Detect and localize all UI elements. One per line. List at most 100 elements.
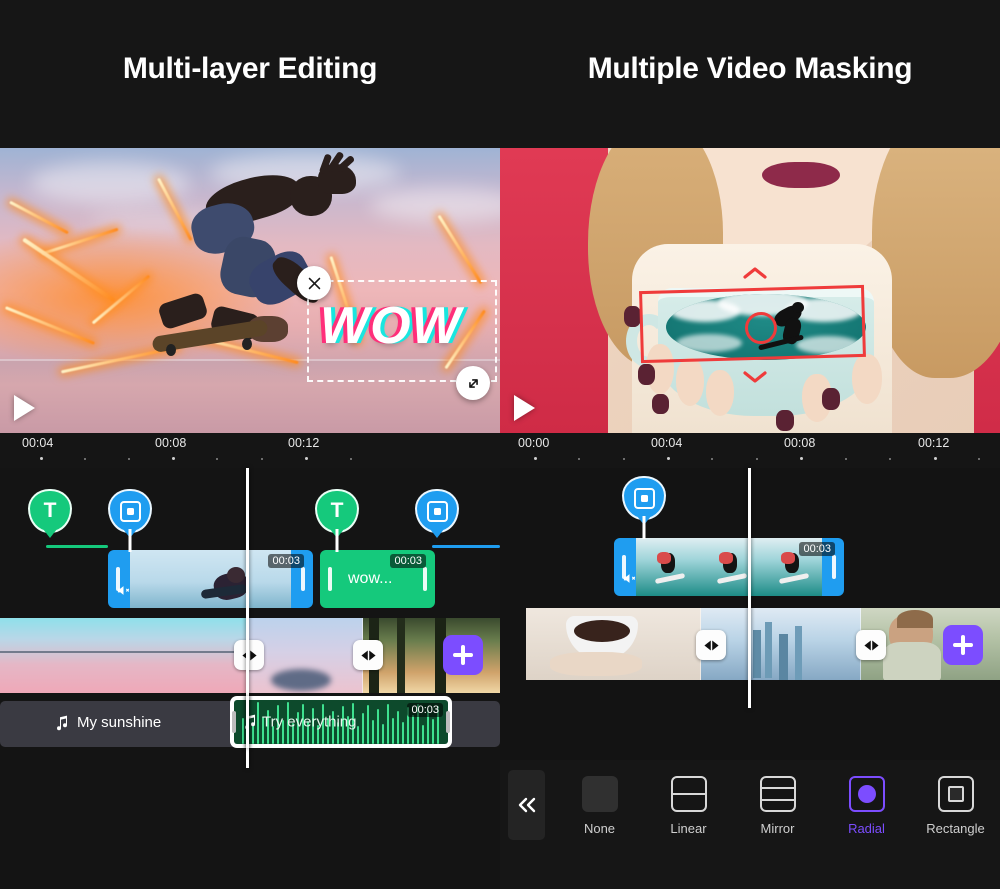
left-play-button[interactable] [14, 395, 35, 421]
clip-label: wow... [348, 570, 392, 588]
right-timeline-ruler[interactable]: 00:00 00:04 00:08 00:12 [500, 433, 1000, 468]
wow-text-overlay[interactable]: WOW [320, 296, 462, 356]
left-panel: WOW 00:04 00:08 00:12 [0, 148, 500, 889]
mask-none-icon [582, 776, 618, 812]
mask-radial-icon [849, 776, 885, 812]
resize-icon[interactable] [456, 366, 490, 400]
mask-mirror-icon [760, 776, 796, 812]
clip-trim-handle-right[interactable] [832, 555, 836, 579]
ruler-tick [845, 458, 847, 460]
playhead-audio[interactable] [246, 696, 249, 748]
pin-pip-track-2[interactable] [415, 489, 459, 539]
transition-icon[interactable] [234, 640, 264, 670]
app-root: Multi-layer Editing Multiple Video Maski… [0, 0, 1000, 889]
finger [676, 358, 704, 406]
ruler-tick [800, 457, 803, 460]
playhead[interactable] [748, 468, 751, 708]
clip-trim-handle-right[interactable] [301, 567, 305, 591]
ruler-tick [40, 457, 43, 460]
pin-text-track-2[interactable]: T [315, 489, 359, 539]
video-segment[interactable] [526, 608, 701, 680]
ruler-label: 00:04 [22, 436, 53, 450]
left-video-preview[interactable]: WOW [0, 148, 500, 433]
nail [652, 394, 669, 414]
audio-trim-handle-right[interactable] [446, 711, 450, 733]
mask-rectangle-icon [938, 776, 974, 812]
mask-linear-icon [671, 776, 707, 812]
ruler-tick [305, 457, 308, 460]
text-icon: T [315, 489, 359, 533]
right-panel: 00:00 00:04 00:08 00:12 [500, 148, 1000, 889]
video-segment[interactable] [247, 618, 363, 693]
ruler-tick [172, 457, 175, 460]
chevron-down-icon[interactable] [742, 370, 768, 384]
mute-icon[interactable] [622, 571, 637, 591]
ruler-tick [128, 458, 130, 460]
ruler-tick [667, 457, 670, 460]
pip-icon [415, 489, 459, 533]
chevron-up-icon[interactable] [742, 266, 768, 280]
mask-feather-handle[interactable] [745, 312, 777, 344]
clip-thumbnails [636, 538, 822, 596]
heading-multilayer-editing: Multi-layer Editing [0, 52, 500, 86]
clip-trim-handle-left[interactable] [328, 567, 332, 591]
pin-stem [336, 529, 339, 552]
ruler-tick [934, 457, 937, 460]
add-media-button[interactable] [443, 635, 483, 675]
video-segment[interactable] [0, 618, 247, 693]
mask-option-mirror[interactable]: Mirror [733, 776, 822, 836]
cloud [30, 162, 190, 204]
clip-thumbnails [130, 550, 291, 608]
transition-icon[interactable] [353, 640, 383, 670]
audio-clip-background[interactable]: My sunshine [56, 714, 161, 731]
right-play-button[interactable] [514, 395, 535, 421]
overlay-clip-pip[interactable]: 00:03 [108, 550, 313, 608]
mask-option-radial[interactable]: Radial [822, 776, 911, 836]
audio-clip-selected[interactable]: Try everything 00:03 [230, 696, 452, 748]
headings-bar: Multi-layer Editing Multiple Video Maski… [0, 0, 1000, 148]
pin-stem [129, 529, 132, 552]
clip-duration-badge: 00:03 [390, 554, 426, 568]
mask-toolbar: None Linear Mirror Radial Rectangle [500, 760, 1000, 889]
overlay-clip-text[interactable]: wow... 00:03 [320, 550, 435, 608]
ruler-label: 00:00 [518, 436, 549, 450]
ruler-label: 00:12 [918, 436, 949, 450]
mask-option-rectangle[interactable]: Rectangle [911, 776, 1000, 836]
ruler-label: 00:08 [784, 436, 815, 450]
right-video-preview[interactable] [500, 148, 1000, 433]
audio-trim-handle-left[interactable] [232, 711, 236, 733]
ruler-tick [623, 458, 625, 460]
mask-option-linear[interactable]: Linear [644, 776, 733, 836]
add-media-button[interactable] [943, 625, 983, 665]
left-timeline: T T [0, 468, 500, 889]
pin-line [46, 545, 108, 548]
pip-icon [108, 489, 152, 533]
mask-option-label: None [584, 821, 615, 836]
audio-clip-label: Try everything [262, 714, 356, 731]
mute-icon[interactable] [116, 583, 131, 603]
pin-stem [643, 516, 646, 539]
clip-trim-handle-right[interactable] [423, 567, 427, 591]
pin-line [432, 545, 500, 548]
right-timeline: 00:03 [500, 468, 1000, 760]
mask-option-none[interactable]: None [555, 776, 644, 836]
ruler-label: 00:12 [288, 436, 319, 450]
chevrons-left-icon[interactable] [508, 770, 545, 840]
clip-duration-badge: 00:03 [799, 542, 835, 556]
music-note-icon [56, 715, 70, 731]
audio-duration-badge: 00:03 [407, 703, 443, 717]
pin-pip-track[interactable] [622, 476, 666, 526]
pin-text-track-1[interactable]: T [28, 489, 72, 539]
pin-pip-track-1[interactable] [108, 489, 152, 539]
transition-icon[interactable] [856, 630, 886, 660]
finger [706, 370, 734, 416]
transition-icon[interactable] [696, 630, 726, 660]
text-icon: T [28, 489, 72, 533]
pip-icon [622, 476, 666, 520]
ruler-tick [261, 458, 263, 460]
ruler-tick [216, 458, 218, 460]
left-timeline-ruler[interactable]: 00:04 00:08 00:12 [0, 433, 500, 468]
main-video-track[interactable] [526, 608, 1000, 680]
close-icon[interactable] [297, 266, 331, 300]
overlay-clip-pip[interactable]: 00:03 [614, 538, 844, 596]
